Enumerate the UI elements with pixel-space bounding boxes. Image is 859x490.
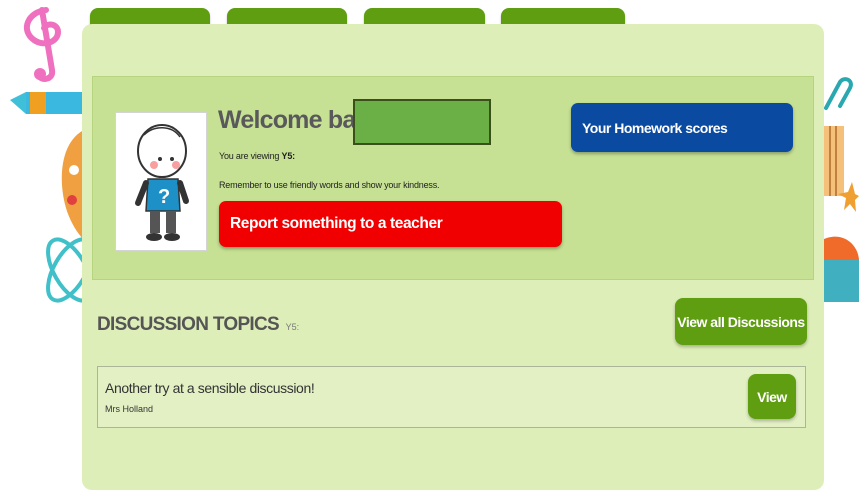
kindness-reminder: Remember to use friendly words and show … xyxy=(219,180,440,190)
viewing-info: You are viewing Y5: xyxy=(219,151,295,161)
view-topic-button[interactable]: View xyxy=(748,374,796,419)
discussion-topics-title: DISCUSSION TOPICS xyxy=(97,314,280,335)
avatar-icon: ? xyxy=(135,124,189,241)
student-name-box xyxy=(353,99,491,145)
list-item xyxy=(97,366,806,428)
discussion-class-label: Y5: xyxy=(285,322,300,332)
paint-pot-icon xyxy=(822,236,859,302)
topic-title[interactable]: Another try at a sensible discussion! xyxy=(105,380,315,396)
viewing-prefix: You are viewing xyxy=(219,151,282,161)
atom-icon xyxy=(46,237,84,303)
avatar[interactable]: ? xyxy=(115,112,207,251)
treble-clef-icon xyxy=(23,7,62,82)
topic-author: Mrs Holland xyxy=(105,404,154,414)
paperclip-icon xyxy=(824,77,853,110)
discussion-topics-heading: DISCUSSION TOPICS Y5: xyxy=(97,314,299,336)
pencil-icon xyxy=(10,92,88,114)
viewing-class: Y5: xyxy=(281,151,296,161)
svg-text:?: ? xyxy=(158,186,170,208)
view-all-discussions-button[interactable]: View all Discussions xyxy=(675,298,807,345)
homework-scores-button[interactable]: Your Homework scores xyxy=(571,103,793,152)
report-to-teacher-button[interactable]: Report something to a teacher xyxy=(219,201,562,247)
